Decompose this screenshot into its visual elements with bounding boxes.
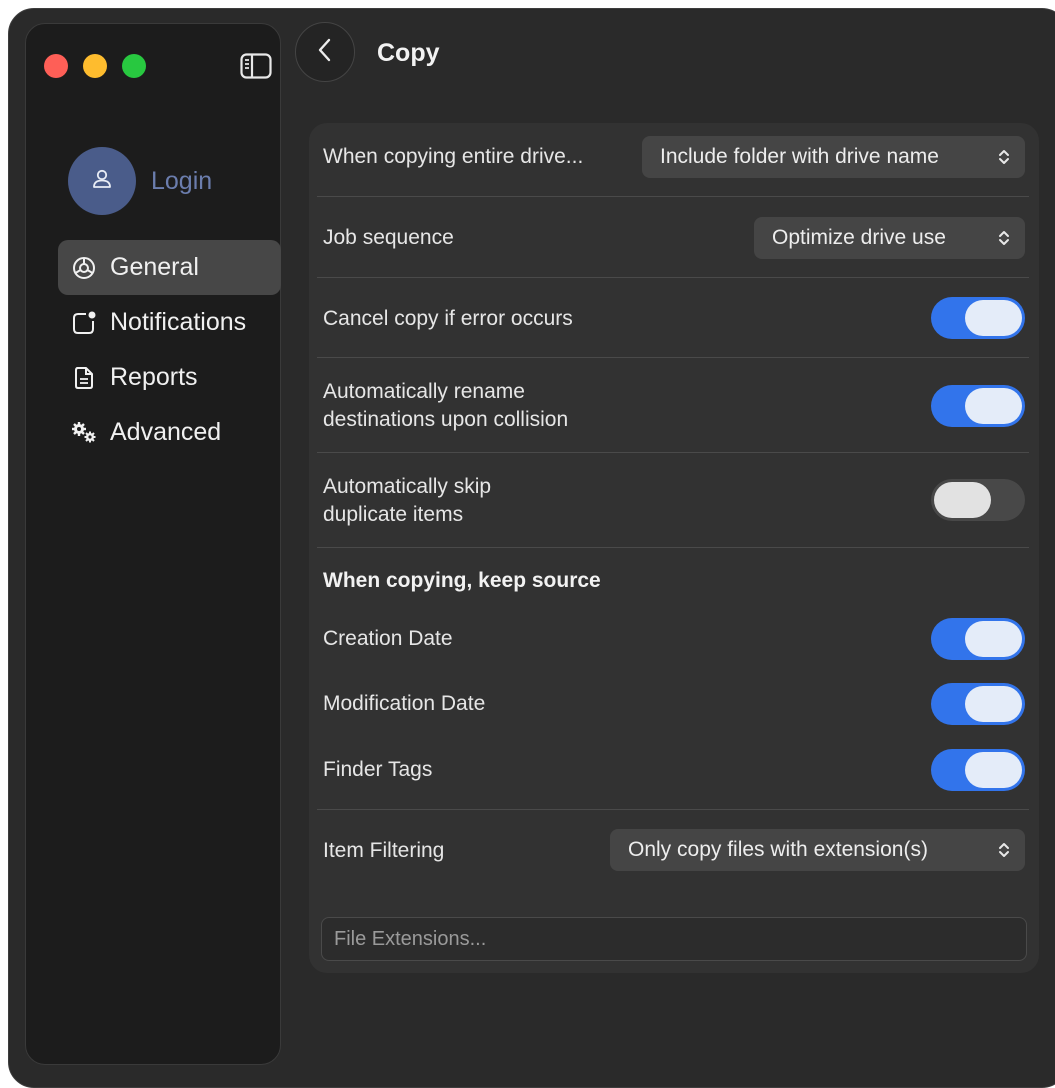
divider: [317, 547, 1029, 548]
toggle-knob: [965, 621, 1022, 657]
job-sequence-label: Job sequence: [323, 226, 454, 249]
close-button[interactable]: [44, 54, 68, 78]
avatar[interactable]: [68, 147, 136, 215]
divider: [317, 452, 1029, 453]
drive-copy-label: When copying entire drive...: [323, 145, 584, 168]
settings-window: Login General Notifications Reports Adva…: [8, 8, 1055, 1088]
login-link[interactable]: Login: [151, 167, 212, 196]
chevron-up-down-icon: [997, 147, 1011, 167]
rename-collision-toggle[interactable]: [931, 385, 1025, 427]
modification-date-label: Modification Date: [323, 692, 486, 715]
sidebar-item-label: Advanced: [110, 418, 222, 446]
job-sequence-popup[interactable]: Optimize drive use: [754, 217, 1025, 259]
creation-date-label: Creation Date: [323, 627, 453, 650]
sidebar-item-label: General: [110, 253, 199, 281]
divider: [317, 809, 1029, 810]
gears-icon: [68, 417, 100, 449]
chevron-up-down-icon: [997, 840, 1011, 860]
popup-value: Optimize drive use: [772, 226, 946, 249]
chevron-left-icon: [317, 37, 333, 68]
creation-date-toggle[interactable]: [931, 618, 1025, 660]
document-icon: [68, 362, 100, 394]
toggle-knob: [934, 482, 991, 518]
finder-tags-toggle[interactable]: [931, 749, 1025, 791]
back-button[interactable]: [295, 22, 355, 82]
gear-icon: [68, 252, 100, 284]
toggle-knob: [965, 388, 1022, 424]
label-line: duplicate items: [323, 503, 464, 526]
sidebar-item-reports[interactable]: Reports: [58, 350, 281, 405]
sidebar-item-notifications[interactable]: Notifications: [58, 295, 281, 350]
zoom-button[interactable]: [122, 54, 146, 78]
cancel-on-error-toggle[interactable]: [931, 297, 1025, 339]
divider: [317, 357, 1029, 358]
sidebar-item-advanced[interactable]: Advanced: [58, 405, 281, 460]
cancel-on-error-label: Cancel copy if error occurs: [323, 307, 573, 330]
label-line: destinations upon collision: [323, 408, 569, 431]
item-filtering-label: Item Filtering: [323, 839, 445, 862]
toggle-knob: [965, 752, 1022, 788]
file-extensions-field[interactable]: [321, 917, 1027, 961]
rename-collision-label: Automatically rename destinations upon c…: [323, 378, 568, 434]
person-icon: [91, 168, 113, 195]
modification-date-toggle[interactable]: [931, 683, 1025, 725]
label-line: Automatically rename: [323, 380, 525, 403]
page-title: Copy: [377, 39, 440, 67]
sidebar-item-label: Reports: [110, 363, 198, 391]
keep-source-heading: When copying, keep source: [323, 569, 601, 592]
item-filtering-popup[interactable]: Only copy files with extension(s): [610, 829, 1025, 871]
drive-copy-popup[interactable]: Include folder with drive name: [642, 136, 1025, 178]
chevron-up-down-icon: [997, 228, 1011, 248]
sidebar: Login General Notifications Reports Adva…: [25, 23, 281, 1065]
label-line: Automatically skip: [323, 475, 492, 498]
skip-duplicates-toggle[interactable]: [931, 479, 1025, 521]
divider: [317, 196, 1029, 197]
popup-value: Include folder with drive name: [660, 145, 939, 168]
toggle-knob: [965, 300, 1022, 336]
minimize-button[interactable]: [83, 54, 107, 78]
sidebar-item-label: Notifications: [110, 308, 247, 336]
divider: [317, 277, 1029, 278]
toggle-knob: [965, 686, 1022, 722]
notification-badge-icon: [68, 307, 100, 339]
sidebar-item-general[interactable]: General: [58, 240, 281, 295]
sidebar-toggle-icon[interactable]: [240, 53, 272, 79]
popup-value: Only copy files with extension(s): [628, 838, 928, 861]
finder-tags-label: Finder Tags: [323, 758, 433, 781]
skip-duplicates-label: Automatically skip duplicate items: [323, 473, 491, 529]
